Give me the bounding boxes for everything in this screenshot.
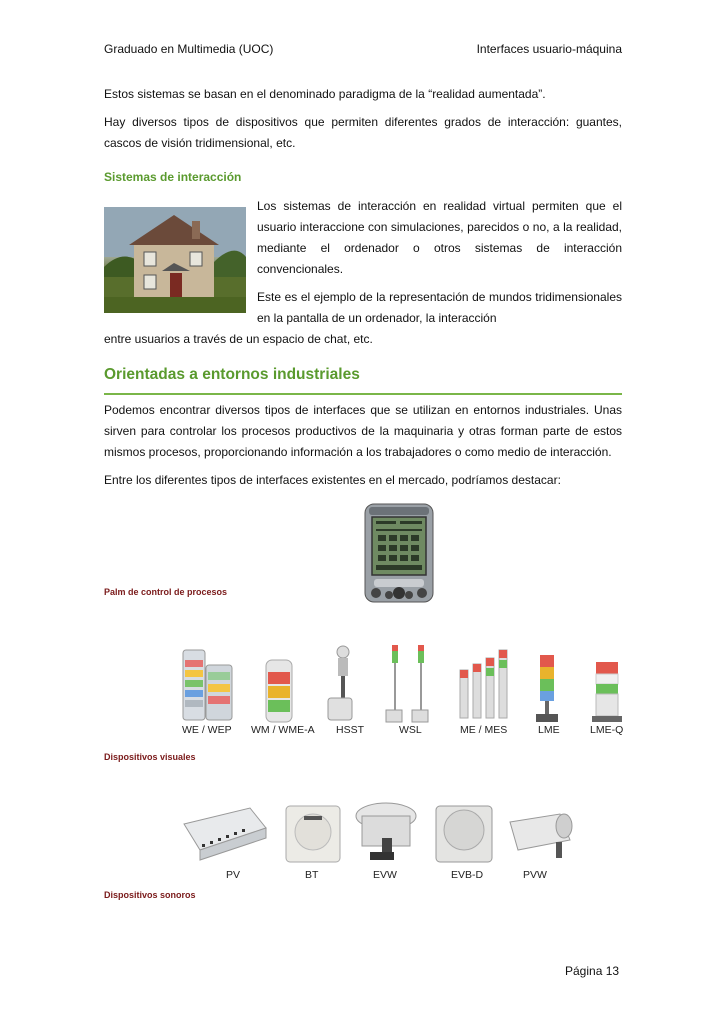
label-we-wep: WE / WEP <box>182 724 232 736</box>
lme-device <box>536 655 558 722</box>
sound-devices-image <box>183 802 573 863</box>
paragraph-industrial: Podemos encontrar diversos tipos de inte… <box>104 403 622 459</box>
paragraph-augmented-reality: Estos sistemas se basan en el denominado… <box>104 87 546 101</box>
wsl-device <box>385 645 429 723</box>
label-pv: PV <box>226 869 241 881</box>
label-lme: LME <box>538 724 560 736</box>
label-wm-wme-a: WM / WME-A <box>251 724 315 736</box>
label-hsst: HSST <box>336 724 365 736</box>
section-divider <box>104 393 622 395</box>
label-bt: BT <box>305 869 319 881</box>
caption-palm: Palm de control de procesos <box>104 587 228 597</box>
label-me-mes: ME / MES <box>460 724 508 736</box>
bt-device <box>285 805 341 863</box>
paragraph-device-types: Hay diversos tipos de dispositivos que p… <box>104 115 622 150</box>
hsst-device <box>327 645 353 721</box>
example-text-end: entre usuarios a través de un espacio de… <box>104 332 373 346</box>
page-number: Página 13 <box>565 964 620 978</box>
label-evw: EVW <box>373 869 397 881</box>
header-course: Graduado en Multimedia (UOC) <box>104 42 274 56</box>
caption-visual-devices: Dispositivos visuales <box>104 752 196 762</box>
section-title-industrial: Orientadas a entornos industriales <box>104 366 360 383</box>
paragraph-highlight: Entre los diferentes tipos de interfaces… <box>104 473 561 487</box>
label-evb-d: EVB-D <box>451 869 484 881</box>
palm-device-image <box>364 503 434 603</box>
label-wsl: WSL <box>399 724 422 736</box>
me-mes-device <box>459 649 508 719</box>
pvw-device <box>509 813 573 858</box>
subheading-interaction-systems: Sistemas de interacción <box>104 170 242 184</box>
example-text-start: Este es el ejemplo de la representación … <box>257 290 622 325</box>
we-wep-device <box>182 649 233 721</box>
wm-wme-device <box>265 659 293 723</box>
lme-q-device <box>592 662 622 722</box>
evw-device <box>355 802 417 860</box>
virtual-house-image <box>104 207 246 313</box>
caption-sound-devices: Dispositivos sonoros <box>104 890 196 900</box>
label-lme-q: LME-Q <box>590 724 624 736</box>
pv-device <box>183 807 267 861</box>
visual-devices-image <box>182 645 622 723</box>
interaction-text: Los sistemas de interacción en realidad … <box>257 199 622 276</box>
label-pvw: PVW <box>523 869 547 881</box>
evb-d-device <box>435 805 493 863</box>
header-subject: Interfaces usuario-máquina <box>476 42 622 56</box>
